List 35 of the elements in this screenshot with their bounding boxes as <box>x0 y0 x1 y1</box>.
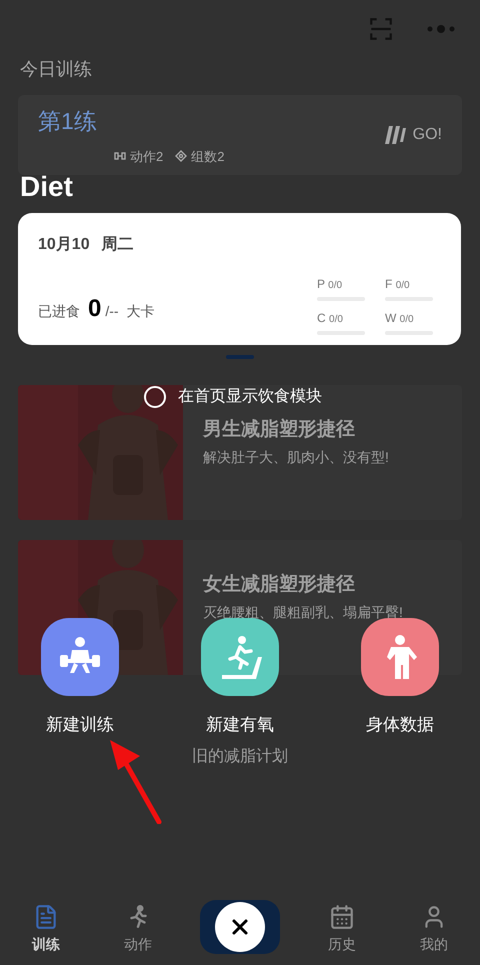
workout-stat: 动作2 <box>130 148 164 166</box>
article-subtitle: 灭绝腰粗、腿粗副乳、塌扁平臀! <box>203 604 403 620</box>
tab-item[interactable]: 训练 <box>0 904 92 954</box>
macro-label: W 0/0 <box>385 310 415 327</box>
article-title: 男生减脂塑形捷径 <box>203 419 356 441</box>
scan-icon[interactable] <box>368 16 394 42</box>
slash-bars-icon <box>382 124 409 146</box>
section-heading: 今日训练 <box>19 58 93 81</box>
intake-unit: 大卡 <box>126 302 155 321</box>
close-button[interactable] <box>200 900 280 954</box>
more-icon[interactable] <box>426 24 456 34</box>
macro-label: C 0/0 <box>317 310 344 327</box>
workout-stat: 组数2 <box>191 148 224 166</box>
article-title: 女生减脂塑形捷径 <box>203 574 356 596</box>
intake-target: /-- <box>105 302 119 321</box>
macro-label: F 0/0 <box>385 276 411 293</box>
pager-indicator <box>226 355 254 359</box>
show-on-home-checkbox[interactable]: 在首页显示饮食模块 <box>144 386 322 408</box>
tab-item[interactable]: 历史 <box>296 904 388 954</box>
diet-card[interactable]: 10月10 周二 已进食 0 /-- 大卡 P 0/0 F 0/0 C 0/0 W 0/0 <box>18 213 461 345</box>
tab-item[interactable]: 我的 <box>388 904 480 954</box>
diamond-icon <box>175 150 188 162</box>
workout-title: 第1练 <box>38 107 98 136</box>
intake-label: 已进食 <box>38 302 80 321</box>
intake-value: 0 <box>88 294 102 324</box>
dumbbell-icon <box>114 150 126 162</box>
calendar-icon <box>329 904 355 930</box>
macro-label: P 0/0 <box>317 276 344 293</box>
workout-card[interactable]: 第1练 动作2 组数2 GO! <box>18 95 462 175</box>
go-label: GO! <box>412 125 442 145</box>
diet-weekday: 周二 <box>102 235 134 255</box>
article-subtitle: 解决肚子大、肌肉小、没有型! <box>203 449 389 465</box>
diet-date: 10月10 <box>38 235 90 255</box>
tab-item[interactable]: 动作 <box>92 904 184 954</box>
old-plan-link[interactable]: 旧的减脂计划 <box>192 745 288 769</box>
